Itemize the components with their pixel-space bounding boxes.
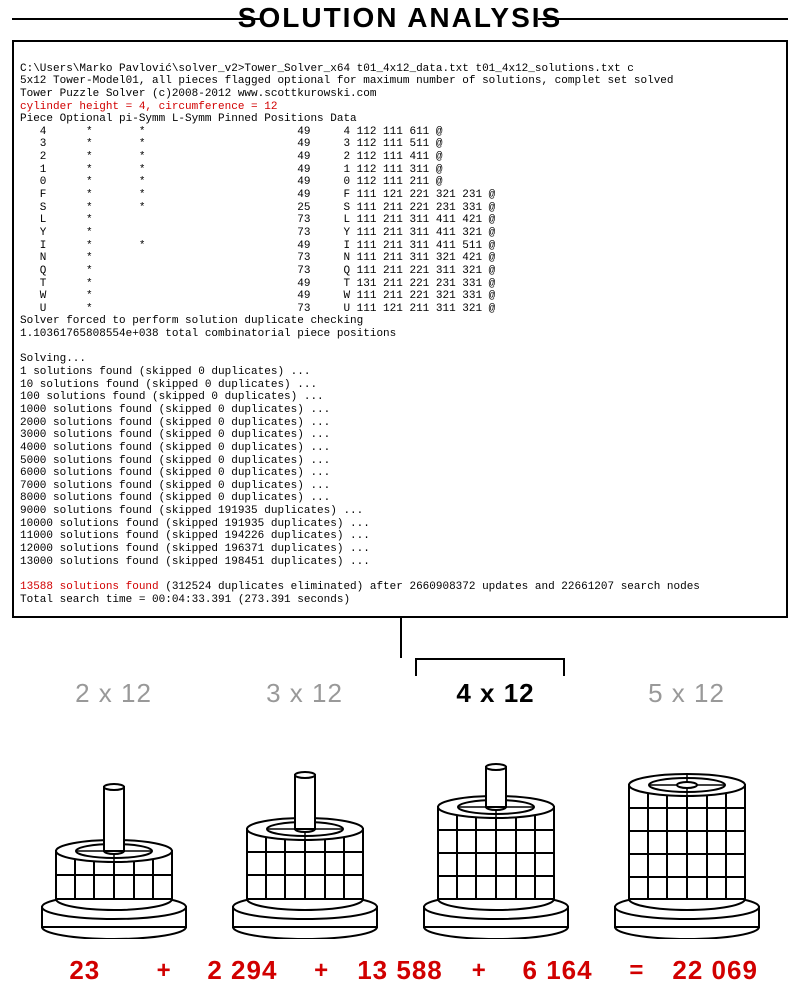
desc-line: 5x12 Tower-Model01, all pieces flagged o… bbox=[20, 75, 674, 87]
piece-row: I * * 49 I 111 211 311 411 511 @ bbox=[20, 240, 495, 252]
tower-3x12 bbox=[209, 739, 400, 939]
progress-line: 10000 solutions found (skipped 191935 du… bbox=[20, 518, 370, 530]
count-3x12: 2 294 bbox=[176, 955, 310, 986]
table-header: Piece Optional pi-Symm L-Symm Pinned Pos… bbox=[20, 113, 357, 125]
piece-row: 1 * * 49 1 112 111 311 @ bbox=[20, 164, 442, 176]
piece-row: S * * 25 S 111 211 221 231 331 @ bbox=[20, 202, 495, 214]
count-total: 22 069 bbox=[648, 955, 782, 986]
equals-op: = bbox=[624, 957, 648, 985]
piece-row: T * 49 T 131 211 221 231 331 @ bbox=[20, 278, 495, 290]
page-title: SOLUTION ANALYSIS bbox=[228, 2, 572, 34]
tower-2x12 bbox=[18, 739, 209, 939]
progress-line: 8000 solutions found (skipped 0 duplicat… bbox=[20, 492, 330, 504]
solving-line: Solving... bbox=[20, 353, 86, 365]
towers-row bbox=[0, 709, 800, 939]
connector-lines bbox=[0, 618, 800, 678]
piece-row: U * 73 U 111 121 211 311 321 @ bbox=[20, 303, 495, 315]
size-label-4x12: 4 x 12 bbox=[400, 678, 591, 709]
count-2x12: 23 bbox=[18, 955, 152, 986]
piece-row: 0 * * 49 0 112 111 211 @ bbox=[20, 176, 442, 188]
progress-line: 7000 solutions found (skipped 0 duplicat… bbox=[20, 480, 330, 492]
progress-line: 9000 solutions found (skipped 191935 dup… bbox=[20, 505, 363, 517]
piece-row: Q * 73 Q 111 211 221 311 321 @ bbox=[20, 265, 495, 277]
progress-line: 13000 solutions found (skipped 198451 du… bbox=[20, 556, 370, 568]
progress-line: 100 solutions found (skipped 0 duplicate… bbox=[20, 391, 324, 403]
plus-op: + bbox=[309, 957, 333, 985]
size-label-5x12: 5 x 12 bbox=[591, 678, 782, 709]
copyright-line: Tower Puzzle Solver (c)2008-2012 www.sco… bbox=[20, 88, 376, 100]
tower-icon bbox=[34, 739, 194, 939]
cylinder-params: cylinder height = 4, circumference = 12 bbox=[20, 101, 277, 113]
piece-row: 2 * * 49 2 112 111 411 @ bbox=[20, 151, 442, 163]
piece-row: Y * 73 Y 111 211 311 411 321 @ bbox=[20, 227, 495, 239]
progress-line: 6000 solutions found (skipped 0 duplicat… bbox=[20, 467, 330, 479]
piece-row: L * 73 L 111 211 311 411 421 @ bbox=[20, 214, 495, 226]
progress-line: 2000 solutions found (skipped 0 duplicat… bbox=[20, 417, 330, 429]
rule-left bbox=[12, 18, 262, 20]
count-4x12: 13 588 bbox=[333, 955, 467, 986]
size-label-3x12: 3 x 12 bbox=[209, 678, 400, 709]
progress-line: 5000 solutions found (skipped 0 duplicat… bbox=[20, 455, 330, 467]
plus-op: + bbox=[467, 957, 491, 985]
equation-row: 23 + 2 294 + 13 588 + 6 164 = 22 069 bbox=[0, 939, 800, 986]
title-bar: SOLUTION ANALYSIS bbox=[0, 2, 800, 34]
piece-row: W * 49 W 111 211 221 321 331 @ bbox=[20, 290, 495, 302]
tower-4x12 bbox=[400, 739, 591, 939]
count-5x12: 6 164 bbox=[491, 955, 625, 986]
piece-row: N * 73 N 111 211 311 321 421 @ bbox=[20, 252, 495, 264]
progress-line: 11000 solutions found (skipped 194226 du… bbox=[20, 530, 370, 542]
search-time: Total search time = 00:04:33.391 (273.39… bbox=[20, 594, 350, 606]
tower-icon bbox=[225, 739, 385, 939]
progress-line: 10 solutions found (skipped 0 duplicates… bbox=[20, 379, 317, 391]
size-label-2x12: 2 x 12 bbox=[18, 678, 209, 709]
progress-line: 1 solutions found (skipped 0 duplicates)… bbox=[20, 366, 310, 378]
piece-row: F * * 49 F 111 121 221 321 231 @ bbox=[20, 189, 495, 201]
progress-line: 12000 solutions found (skipped 196371 du… bbox=[20, 543, 370, 555]
progress-line: 1000 solutions found (skipped 0 duplicat… bbox=[20, 404, 330, 416]
cmd-line: C:\Users\Marko Pavlović\solver_v2>Tower_… bbox=[20, 63, 634, 75]
progress-line: 3000 solutions found (skipped 0 duplicat… bbox=[20, 429, 330, 441]
console-output: C:\Users\Marko Pavlović\solver_v2>Tower_… bbox=[12, 40, 788, 618]
tower-icon bbox=[416, 739, 576, 939]
tower-icon bbox=[607, 739, 767, 939]
rule-right bbox=[538, 18, 788, 20]
result-detail: (312524 duplicates eliminated) after 266… bbox=[159, 581, 700, 593]
solver-note: Solver forced to perform solution duplic… bbox=[20, 315, 363, 327]
progress-line: 4000 solutions found (skipped 0 duplicat… bbox=[20, 442, 330, 454]
result-count: 13588 solutions found bbox=[20, 581, 159, 593]
tower-5x12 bbox=[591, 739, 782, 939]
piece-row: 4 * * 49 4 112 111 611 @ bbox=[20, 126, 442, 138]
size-labels-row: 2 x 12 3 x 12 4 x 12 5 x 12 bbox=[0, 678, 800, 709]
plus-op: + bbox=[152, 957, 176, 985]
combinatorial-line: 1.10361765808554e+038 total combinatoria… bbox=[20, 328, 396, 340]
piece-row: 3 * * 49 3 112 111 511 @ bbox=[20, 138, 442, 150]
